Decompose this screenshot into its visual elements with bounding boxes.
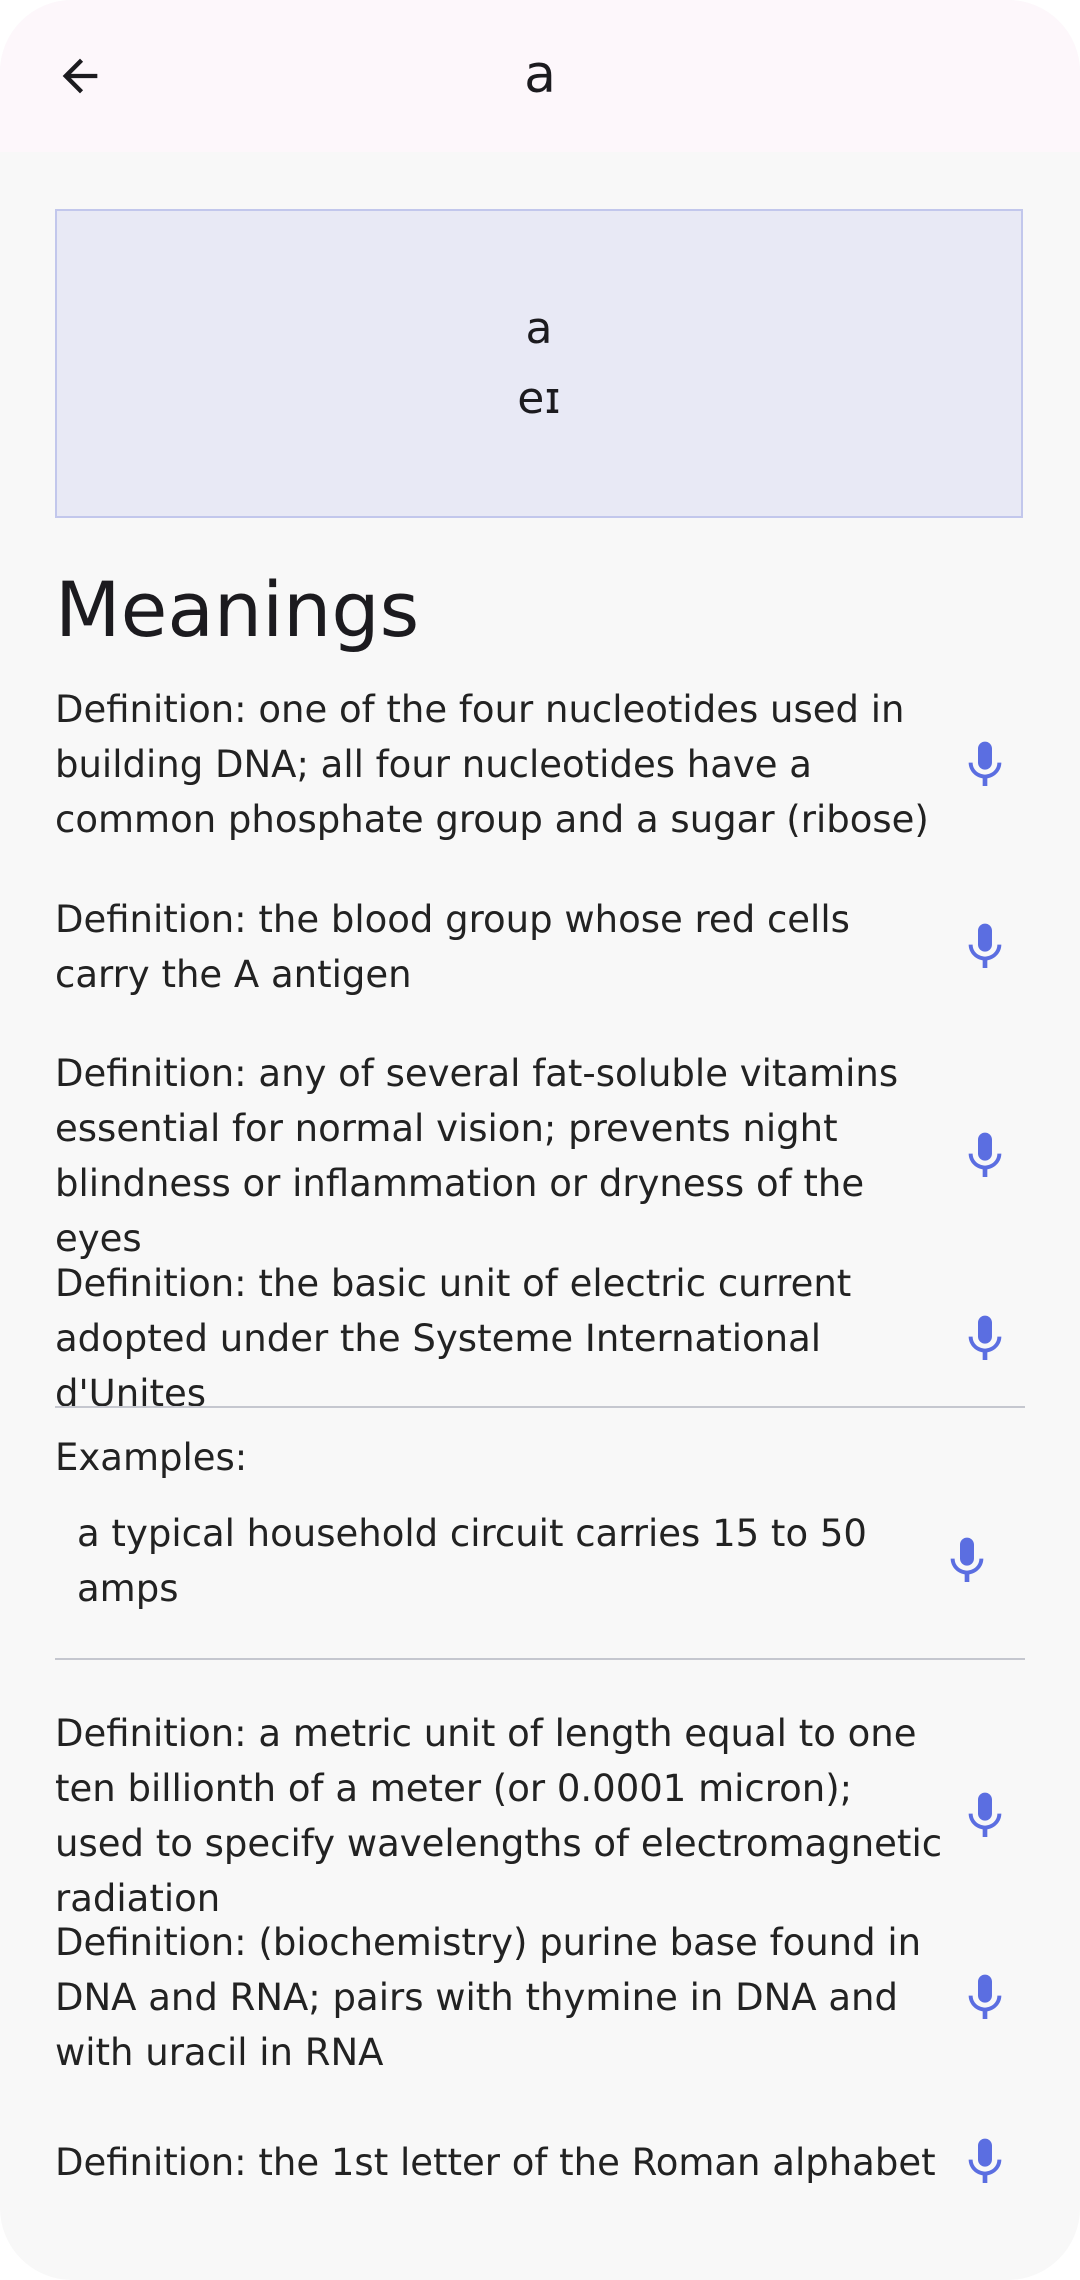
speak-definition-button[interactable] xyxy=(945,1299,1025,1379)
definition-row: Definition: the 1st letter of the Roman … xyxy=(55,2122,1025,2202)
speak-example-button[interactable] xyxy=(927,1521,1007,1601)
definition-text: Definition: (biochemistry) purine base f… xyxy=(55,1921,922,2074)
definition-text: Definition: the 1st letter of the Roman … xyxy=(55,2140,936,2184)
speak-definition-button[interactable] xyxy=(945,907,1025,987)
examples-label: Examples: xyxy=(55,1436,248,1479)
microphone-icon xyxy=(968,923,1002,968)
speak-definition-button[interactable] xyxy=(945,725,1025,805)
definition-row: Definition: the basic unit of electric c… xyxy=(55,1256,1025,1421)
definition-row: Definition: the blood group whose red ce… xyxy=(55,892,1025,1002)
definition-text: Definition: the basic unit of electric c… xyxy=(55,1262,852,1415)
divider xyxy=(55,1406,1025,1408)
meanings-heading: Meanings xyxy=(55,565,420,654)
definition-text: Definition: the blood group whose red ce… xyxy=(55,898,850,996)
app-bar-title: a xyxy=(524,45,556,105)
microphone-icon xyxy=(968,1132,1002,1177)
app-bar: a xyxy=(0,0,1080,152)
word-text: a xyxy=(525,302,553,354)
definition-row: Definition: a metric unit of length equa… xyxy=(55,1706,1025,1926)
definition-row: Definition: (biochemistry) purine base f… xyxy=(55,1915,1025,2080)
divider xyxy=(55,1658,1025,1660)
screen: a a eɪ Meanings Definition: one of the f… xyxy=(0,0,1080,2280)
speak-definition-button[interactable] xyxy=(945,1776,1025,1856)
microphone-icon xyxy=(968,2138,1002,2183)
speak-definition-button[interactable] xyxy=(945,1958,1025,2038)
definition-text: Definition: one of the four nucleotides … xyxy=(55,688,929,841)
definition-row: Definition: one of the four nucleotides … xyxy=(55,682,1025,847)
speak-definition-button[interactable] xyxy=(945,2122,1025,2202)
microphone-icon xyxy=(968,1792,1002,1837)
definition-text: Definition: a metric unit of length equa… xyxy=(55,1712,943,1920)
phonetic-text: eɪ xyxy=(517,372,561,424)
microphone-icon xyxy=(968,1315,1002,1360)
definition-row: Definition: any of several fat-soluble v… xyxy=(55,1046,1025,1266)
microphone-icon xyxy=(968,1974,1002,2019)
microphone-icon xyxy=(950,1537,984,1582)
word-card: a eɪ xyxy=(55,209,1023,518)
speak-definition-button[interactable] xyxy=(945,1116,1025,1196)
example-text: a typical household circuit carries 15 t… xyxy=(77,1512,867,1610)
example-row: a typical household circuit carries 15 t… xyxy=(77,1506,1007,1616)
microphone-icon xyxy=(968,741,1002,786)
definition-text: Definition: any of several fat-soluble v… xyxy=(55,1052,899,1260)
